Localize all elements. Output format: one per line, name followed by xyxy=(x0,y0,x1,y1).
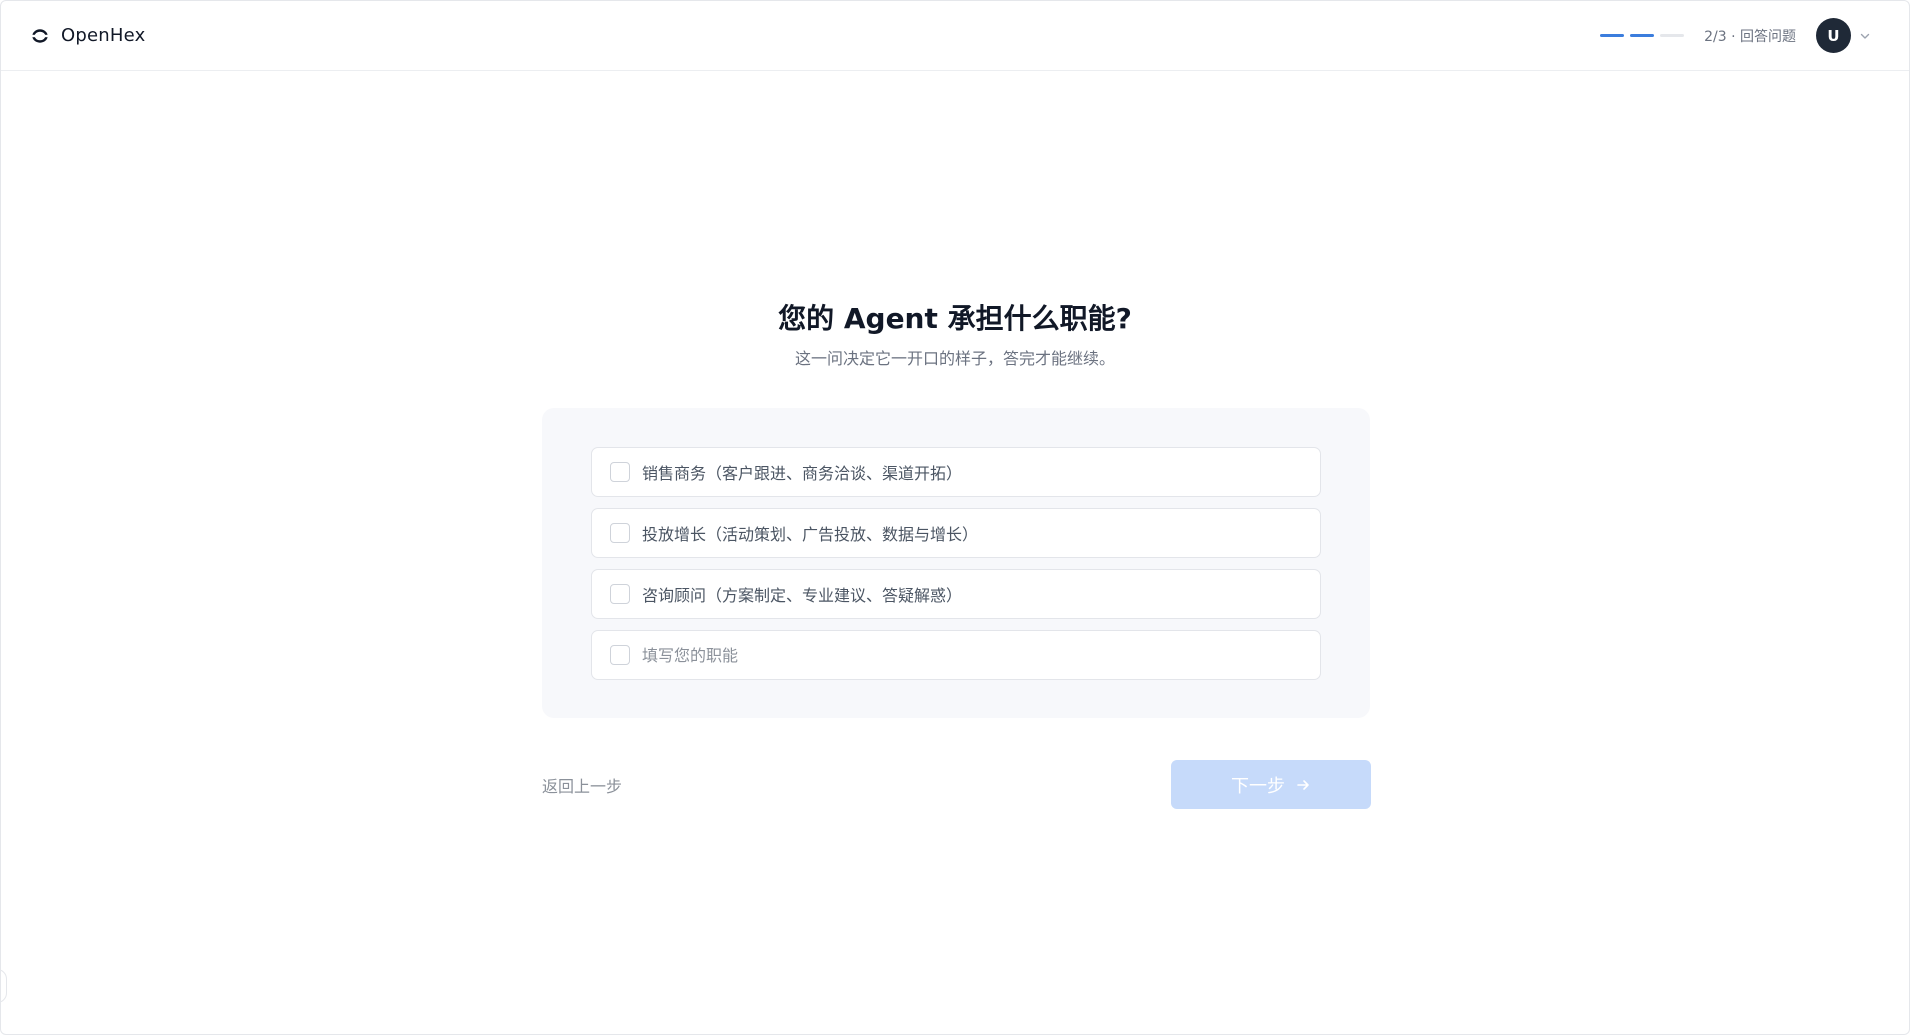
progress-segment-3 xyxy=(1660,34,1685,37)
option-consulting[interactable]: 咨询顾问（方案制定、专业建议、答疑解惑） xyxy=(591,569,1321,619)
option-checkbox[interactable] xyxy=(610,523,630,543)
side-handle[interactable] xyxy=(1,969,7,1003)
step-progress xyxy=(1600,34,1685,37)
custom-role-input[interactable] xyxy=(642,645,1242,665)
option-checkbox[interactable] xyxy=(610,584,630,604)
user-menu[interactable]: U xyxy=(1816,18,1871,53)
next-button-label: 下一步 xyxy=(1231,775,1285,797)
chevron-down-icon[interactable] xyxy=(1859,30,1871,42)
brand[interactable]: OpenHex xyxy=(31,25,145,46)
brand-name: OpenHex xyxy=(61,25,146,46)
top-bar: OpenHex 2/3 · 回答问题 U xyxy=(1,1,1909,71)
step-indicator: 2/3 · 回答问题 xyxy=(1704,28,1796,45)
next-button[interactable]: 下一步 xyxy=(1171,760,1371,809)
option-checkbox[interactable] xyxy=(610,645,630,665)
avatar[interactable]: U xyxy=(1816,18,1851,53)
option-custom[interactable] xyxy=(591,630,1321,680)
option-sales[interactable]: 销售商务（客户跟进、商务洽谈、渠道开拓） xyxy=(591,447,1321,497)
header-right: 2/3 · 回答问题 U xyxy=(1600,18,1879,53)
options-panel: 销售商务（客户跟进、商务洽谈、渠道开拓） 投放增长（活动策划、广告投放、数据与增… xyxy=(542,408,1370,718)
option-growth[interactable]: 投放增长（活动策划、广告投放、数据与增长） xyxy=(591,508,1321,558)
option-label: 咨询顾问（方案制定、专业建议、答疑解惑） xyxy=(642,586,963,605)
back-button[interactable]: 返回上一步 xyxy=(542,773,622,797)
option-checkbox[interactable] xyxy=(610,462,630,482)
progress-segment-2 xyxy=(1630,34,1655,37)
question-subtitle: 这一问决定它一开口的样子，答完才能继续。 xyxy=(794,349,1115,368)
openhex-logo-icon xyxy=(31,27,49,45)
progress-segment-1 xyxy=(1600,34,1625,37)
question-title: 您的 Agent 承担什么职能? xyxy=(778,302,1132,335)
app-window: OpenHex 2/3 · 回答问题 U 您的 Agent 承担什么职能? 这一… xyxy=(0,0,1910,1035)
option-label: 投放增长（活动策划、广告投放、数据与增长） xyxy=(642,525,979,544)
arrow-right-icon xyxy=(1295,777,1311,793)
option-label: 销售商务（客户跟进、商务洽谈、渠道开拓） xyxy=(642,464,963,483)
